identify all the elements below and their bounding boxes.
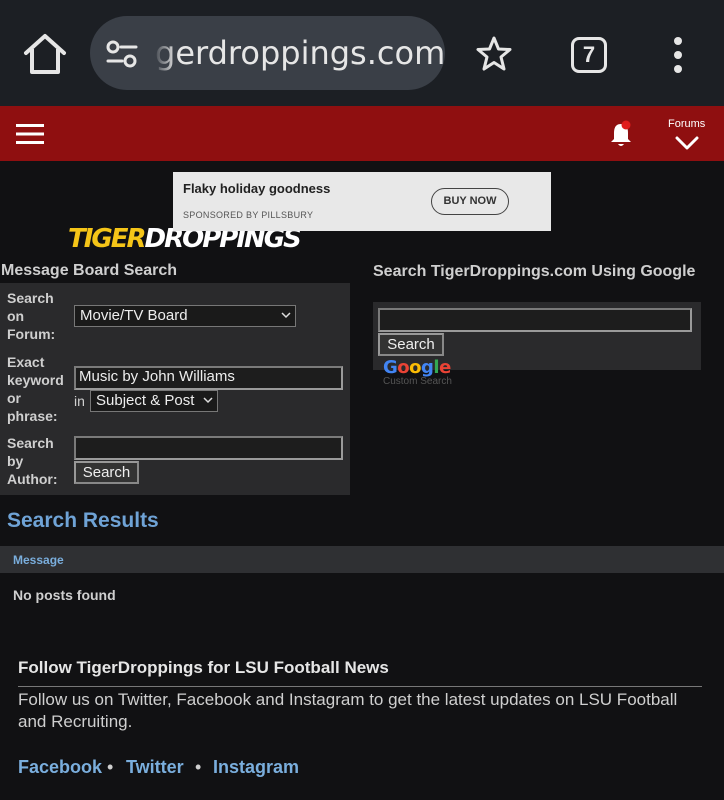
forum-select[interactable]: Movie/TV Board xyxy=(74,305,296,327)
follow-title: Follow TigerDroppings for LSU Football N… xyxy=(18,658,389,677)
author-label-line: Search xyxy=(7,435,54,451)
logo-tiger-text: TIGER xyxy=(68,224,147,254)
bookmark-star-icon[interactable] xyxy=(475,35,513,73)
scope-select-value: Subject & Post xyxy=(96,392,195,409)
chevron-down-icon[interactable] xyxy=(675,136,699,150)
forum-label-line: Forum: xyxy=(7,326,56,342)
author-label: Search by Author: xyxy=(7,434,58,488)
url-fade xyxy=(148,30,176,74)
chevron-down-icon xyxy=(281,312,291,319)
buy-now-button[interactable]: BUY NOW xyxy=(431,188,509,215)
forum-select-value: Movie/TV Board xyxy=(80,307,188,324)
notification-bell-icon[interactable] xyxy=(609,120,633,148)
scope-select[interactable]: Subject & Post xyxy=(90,390,218,412)
keyword-label-line: phrase: xyxy=(7,408,58,424)
results-table-header: Message xyxy=(0,546,724,573)
google-search-title: Search TigerDroppings.com Using Google xyxy=(373,263,696,280)
chevron-down-icon xyxy=(203,397,213,404)
google-search-input[interactable] xyxy=(378,308,692,332)
ad-sponsor: SPONSORED BY PILLSBURY xyxy=(183,210,314,220)
instagram-link[interactable]: Instagram xyxy=(213,757,299,778)
sponsored-ad[interactable]: Flaky holiday goodness SPONSORED BY PILL… xyxy=(173,172,551,231)
author-label-line: Author: xyxy=(7,471,58,487)
forum-label: Search on Forum: xyxy=(7,289,55,343)
google-search-button[interactable]: Search xyxy=(378,333,444,356)
message-column-header: Message xyxy=(13,553,64,567)
google-search-form: Search Google Custom Search xyxy=(373,302,701,387)
no-posts-message: No posts found xyxy=(13,587,116,603)
facebook-link[interactable]: Facebook xyxy=(18,757,102,778)
forum-label-line: Search xyxy=(7,290,54,306)
home-icon[interactable] xyxy=(22,33,68,75)
board-search-title: Message Board Search xyxy=(1,262,178,279)
hamburger-menu-icon[interactable] xyxy=(16,124,44,144)
in-label: in xyxy=(74,393,85,409)
keyword-label: Exact keyword or phrase: xyxy=(7,353,64,425)
custom-search-label: Custom Search xyxy=(383,376,452,387)
browser-toolbar: gerdroppings.com 7 xyxy=(0,0,724,106)
twitter-link[interactable]: Twitter xyxy=(126,757,184,778)
keyword-label-line: or xyxy=(7,390,21,406)
divider xyxy=(18,686,702,687)
board-search-form: Search on Forum: Movie/TV Board Exact ke… xyxy=(0,283,350,495)
forum-label-line: on xyxy=(7,308,25,324)
url-text[interactable]: gerdroppings.com xyxy=(155,34,445,72)
more-options-icon[interactable] xyxy=(670,36,686,74)
google-logo: Google xyxy=(383,357,451,378)
site-header: TIGERDROPPINGS Forums xyxy=(0,106,724,254)
author-input[interactable] xyxy=(74,436,343,460)
forums-menu-label[interactable]: Forums xyxy=(668,118,705,130)
follow-description: Follow us on Twitter, Facebook and Insta… xyxy=(18,690,678,731)
site-settings-icon[interactable] xyxy=(104,38,140,70)
keyword-label-line: Exact xyxy=(7,354,45,370)
search-results-title: Search Results xyxy=(7,509,159,532)
tab-switcher-button[interactable]: 7 xyxy=(571,37,607,73)
link-separator: • xyxy=(107,757,114,777)
link-separator: • xyxy=(195,757,202,777)
ad-headline: Flaky holiday goodness xyxy=(183,181,331,196)
keyword-label-line: keyword xyxy=(7,372,64,388)
keyword-input[interactable]: Music by John Williams xyxy=(74,366,343,390)
author-label-line: by xyxy=(7,453,24,469)
board-search-button[interactable]: Search xyxy=(74,461,139,484)
